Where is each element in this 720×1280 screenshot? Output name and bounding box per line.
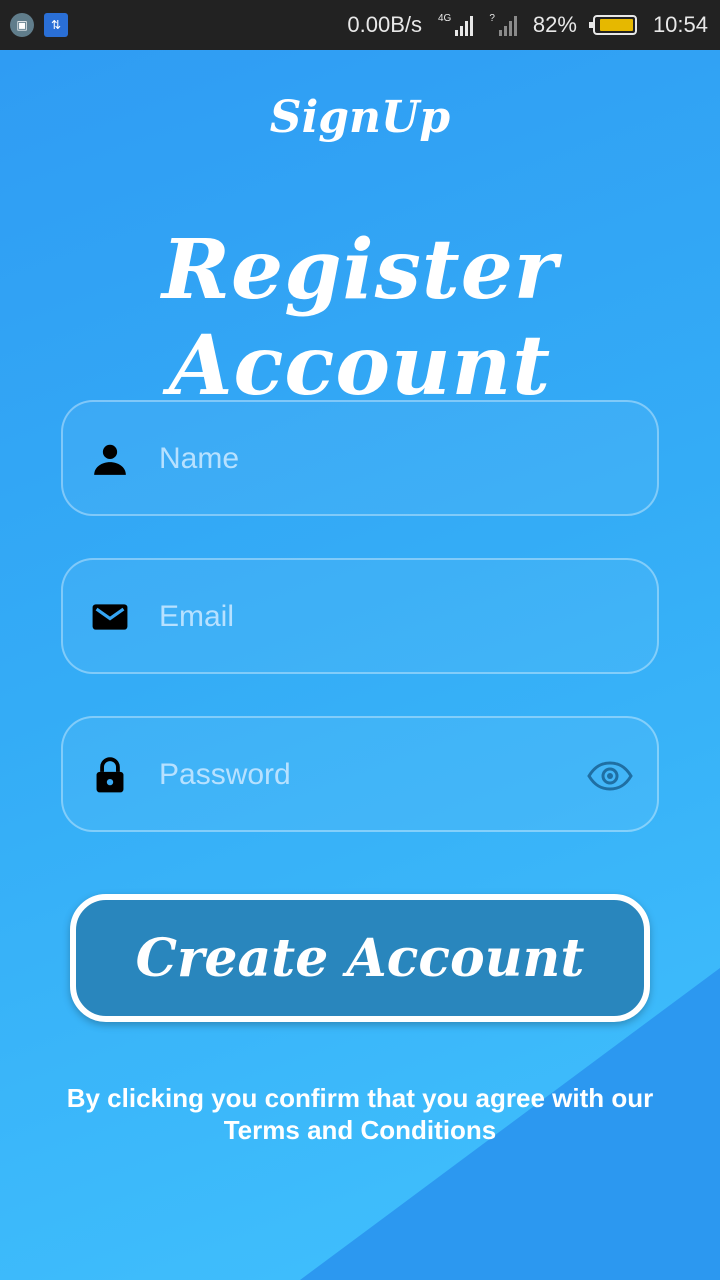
mail-icon xyxy=(92,604,128,630)
email-field[interactable] xyxy=(61,558,659,674)
terms-notice: By clicking you confirm that you agree w… xyxy=(20,1082,700,1146)
data-transfer-notification-icon: ⇅ xyxy=(44,13,68,37)
eye-icon[interactable] xyxy=(587,760,633,792)
lock-icon xyxy=(96,757,124,793)
appbar-title: SignUp xyxy=(269,92,451,143)
status-bar: ▣ ⇅ 0.00B/s 4G ? 82% 10:54 xyxy=(0,0,720,50)
name-field[interactable] xyxy=(61,400,659,516)
sim2-signal-icon xyxy=(497,14,517,36)
network-type: 4G xyxy=(437,13,452,24)
clock: 10:54 xyxy=(652,12,708,37)
terms-line-1: By clicking you confirm that you agree w… xyxy=(66,1083,654,1113)
password-field[interactable] xyxy=(61,716,659,832)
gallery-notification-icon: ▣ xyxy=(10,13,34,37)
battery-percent: 82% xyxy=(532,12,577,37)
email-input[interactable] xyxy=(157,594,561,640)
password-input[interactable] xyxy=(157,752,561,798)
name-input[interactable] xyxy=(157,436,561,482)
person-icon xyxy=(94,444,126,475)
battery-icon xyxy=(588,15,637,35)
sim2-status: ? xyxy=(489,13,495,24)
terms-link[interactable]: Terms and Conditions xyxy=(20,1114,700,1146)
page-title: Register Account xyxy=(161,222,559,414)
signal-strength-icon xyxy=(453,14,474,36)
create-account-button[interactable]: Create Account xyxy=(70,894,650,1022)
net-speed: 0.00B/s xyxy=(347,12,422,37)
